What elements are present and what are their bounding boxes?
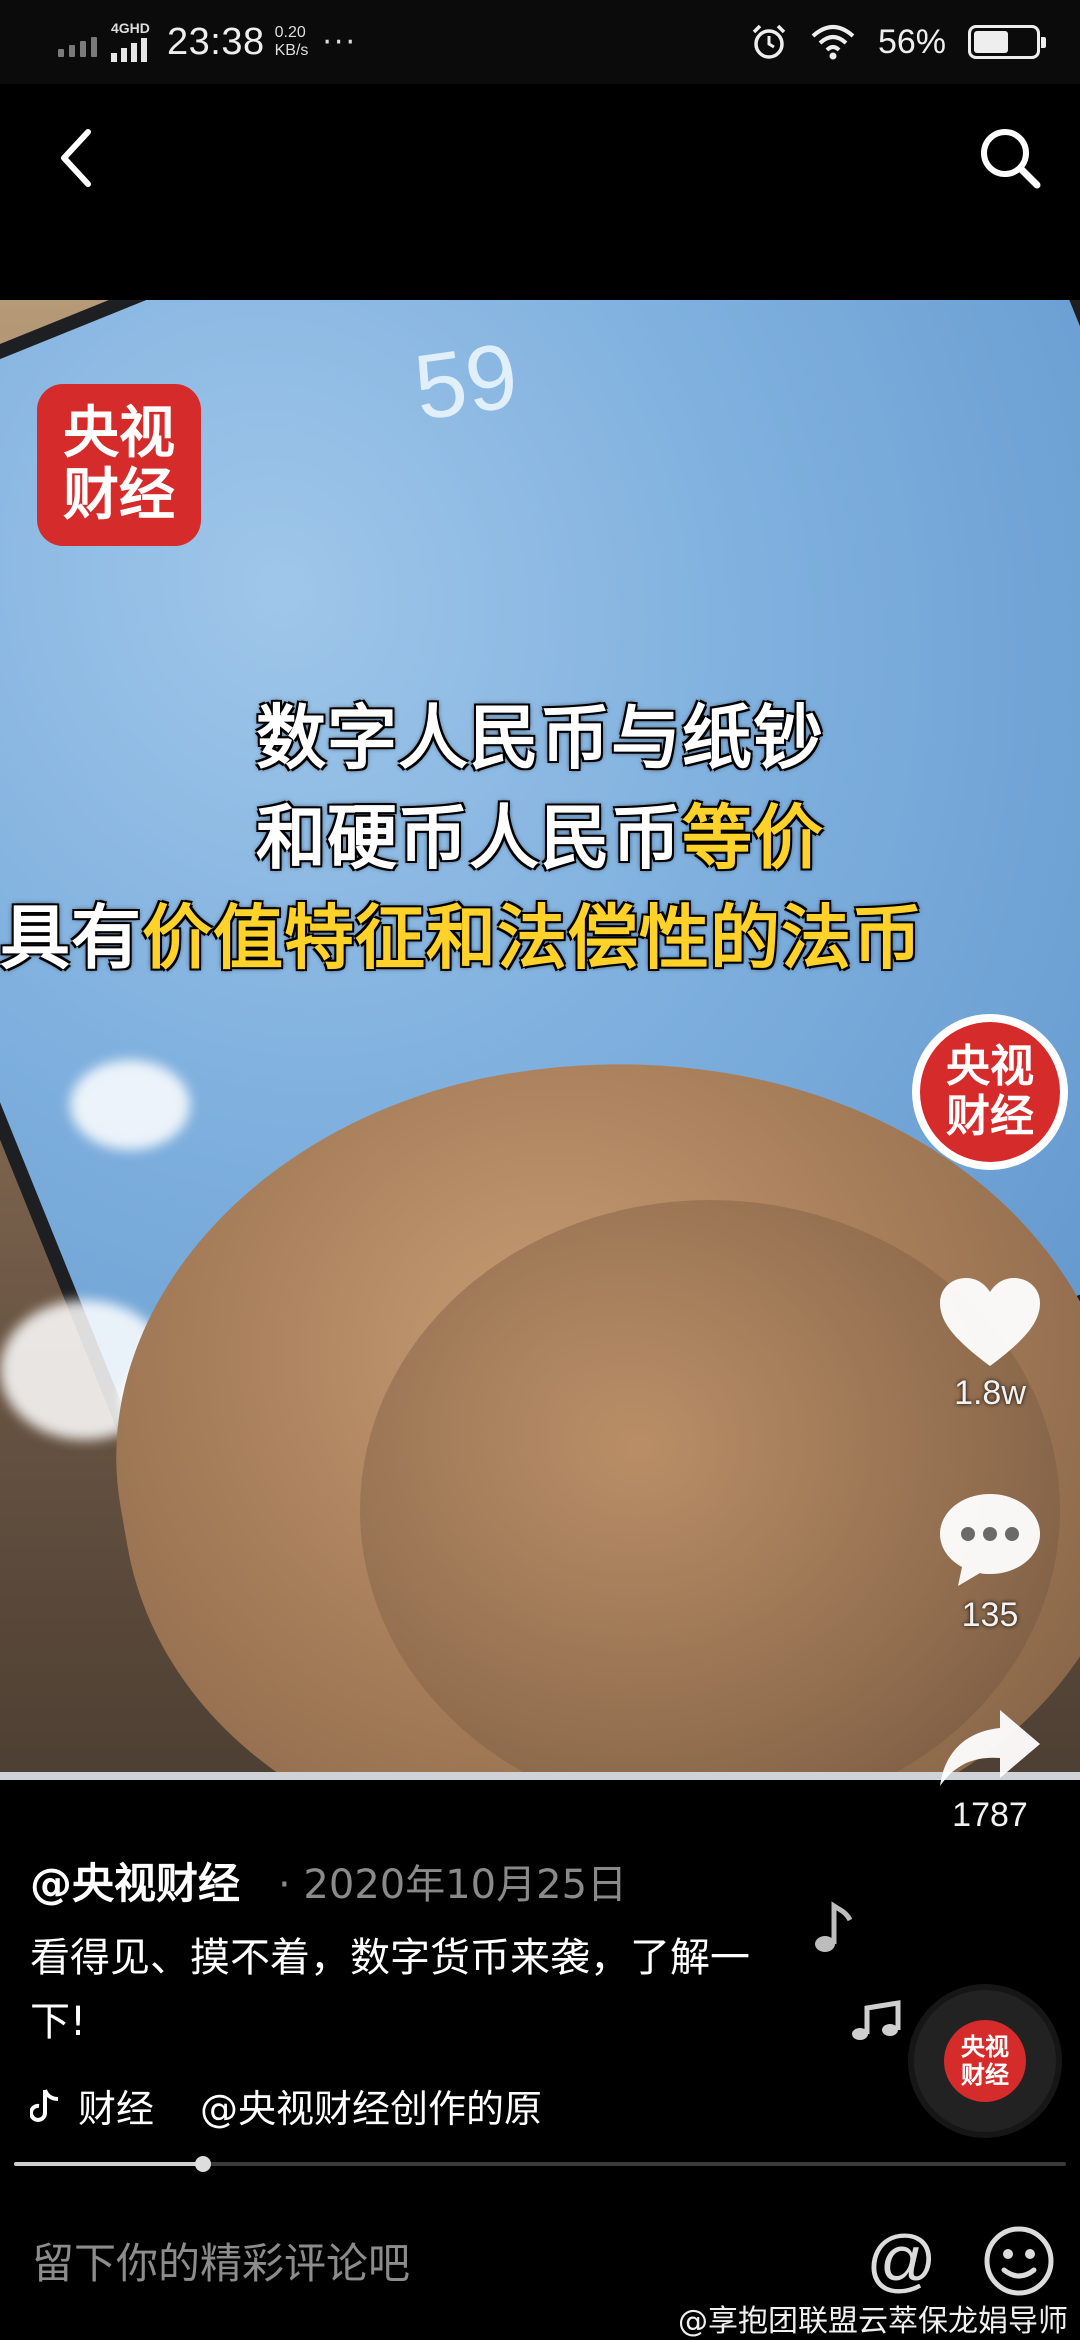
avatar-line2: 财经 xyxy=(946,1091,1034,1142)
network-4g-icon: 4GHD xyxy=(111,20,161,64)
network-speed-value: 0.20 xyxy=(274,24,306,41)
logo-line2: 财经 xyxy=(63,463,175,528)
video-caption-line3: 具有价值特征和法偿性的法币 xyxy=(0,882,1080,983)
music-notes-icon xyxy=(852,2000,901,2040)
caption-line2-yellow: 等价 xyxy=(682,797,824,879)
avatar-line1: 央视 xyxy=(946,1041,1034,1092)
author-avatar[interactable]: 央视 财经 xyxy=(912,1014,1068,1170)
status-bar: 4GHD 23:38 0.20 KB/s ··· 56% xyxy=(0,0,1080,84)
video-screen-clock: 59 xyxy=(408,324,524,440)
comment-count: 135 xyxy=(961,1596,1019,1634)
post-date: · 2020年10月25日 xyxy=(278,1862,628,1908)
music-disc[interactable]: 央视 财经 xyxy=(914,1990,1056,2132)
mention-button[interactable]: @ xyxy=(866,2220,937,2300)
progress-handle[interactable] xyxy=(195,2156,212,2172)
network-speed: 0.20 KB/s xyxy=(275,24,309,60)
disc-line2: 财经 xyxy=(961,2061,1009,2089)
share-button[interactable]: 1787 xyxy=(920,1706,1060,1835)
comment-button[interactable]: 135 xyxy=(920,1490,1060,1635)
music-info[interactable]: 财经 @央视财经创作的原 xyxy=(30,2078,542,2133)
cctv-finance-logo: 央视 财经 xyxy=(37,384,201,546)
progress-fill xyxy=(14,2162,204,2166)
more-notifications-icon: ··· xyxy=(322,24,357,60)
battery-percent: 56% xyxy=(877,22,946,61)
network-speed-unit: KB/s xyxy=(274,42,309,59)
caption-line3-yellow: 价值特征和法偿性的法币 xyxy=(142,897,923,979)
video-player[interactable]: 59 央视 财经 数字人民币与纸钞 和硬币人民币等价 具有价值特征和法偿性的法币 xyxy=(0,300,1080,1780)
signal-strength-icon xyxy=(58,27,97,57)
music-note-icon xyxy=(815,1901,852,1952)
chevron-left-icon xyxy=(61,129,91,187)
alarm-icon xyxy=(752,24,786,59)
video-progress-bar[interactable] xyxy=(14,2156,1066,2172)
search-icon xyxy=(981,129,1041,189)
comment-input[interactable] xyxy=(32,2228,812,2298)
logo-line1: 央视 xyxy=(63,401,175,466)
disc-line1: 央视 xyxy=(961,2033,1009,2061)
battery-icon xyxy=(968,25,1046,59)
top-navigation xyxy=(0,84,1080,300)
category-tag[interactable]: 财经 xyxy=(78,2078,154,2133)
comment-icon xyxy=(940,1494,1040,1586)
author-name-link[interactable]: @央视财经 xyxy=(30,1850,240,1911)
share-arrow-icon xyxy=(940,1710,1040,1786)
caption-line3-white: 具有 xyxy=(0,897,142,979)
back-button[interactable] xyxy=(46,118,106,198)
tiktok-note-icon xyxy=(30,2088,59,2122)
wifi-icon xyxy=(811,25,855,60)
video-bottom-edge xyxy=(0,1772,1080,1780)
weibo-watermark: @享抱团联盟云萃保龙娟导师 xyxy=(678,2304,1068,2339)
music-source[interactable]: @央视财经创作的原 xyxy=(200,2078,542,2133)
network-label: 4GHD xyxy=(111,20,150,36)
share-count: 1787 xyxy=(952,1796,1028,1834)
like-button[interactable]: 1.8w xyxy=(920,1276,1060,1413)
heart-icon xyxy=(940,1278,1040,1366)
like-count: 1.8w xyxy=(954,1374,1026,1412)
status-time: 23:38 xyxy=(167,20,265,63)
search-button[interactable] xyxy=(970,118,1050,198)
emoji-icon[interactable] xyxy=(982,2224,1056,2298)
video-caption-line1: 数字人民币与纸钞 xyxy=(0,682,1080,783)
video-caption-line2: 和硬币人民币等价 xyxy=(0,782,1080,883)
caption-line1-text: 数字人民币与纸钞 xyxy=(256,697,824,779)
caption-line2-white: 和硬币人民币 xyxy=(256,797,682,879)
post-description: 看得见、摸不着，数字货币来袭，了解一下! xyxy=(30,1935,750,2045)
